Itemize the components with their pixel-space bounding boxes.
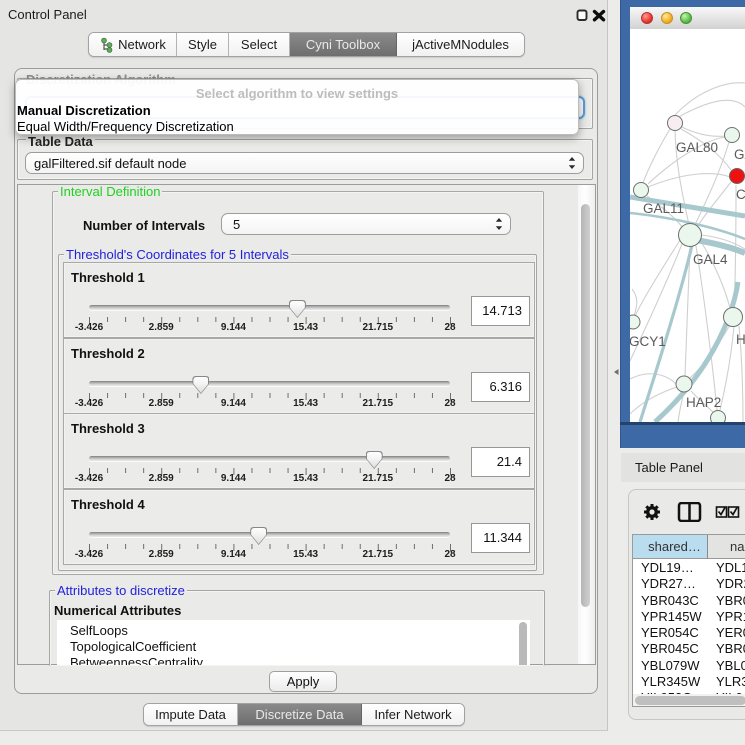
- svg-text:GAL80: GAL80: [676, 140, 718, 155]
- svg-text:GAL4: GAL4: [693, 252, 728, 267]
- svg-text:GAL11: GAL11: [643, 201, 684, 216]
- svg-text:H: H: [736, 332, 745, 347]
- svg-text:GA: GA: [734, 147, 745, 162]
- svg-text:HAP2: HAP2: [686, 395, 721, 410]
- svg-text:GCY1: GCY1: [630, 334, 666, 349]
- svg-text:C: C: [736, 187, 745, 202]
